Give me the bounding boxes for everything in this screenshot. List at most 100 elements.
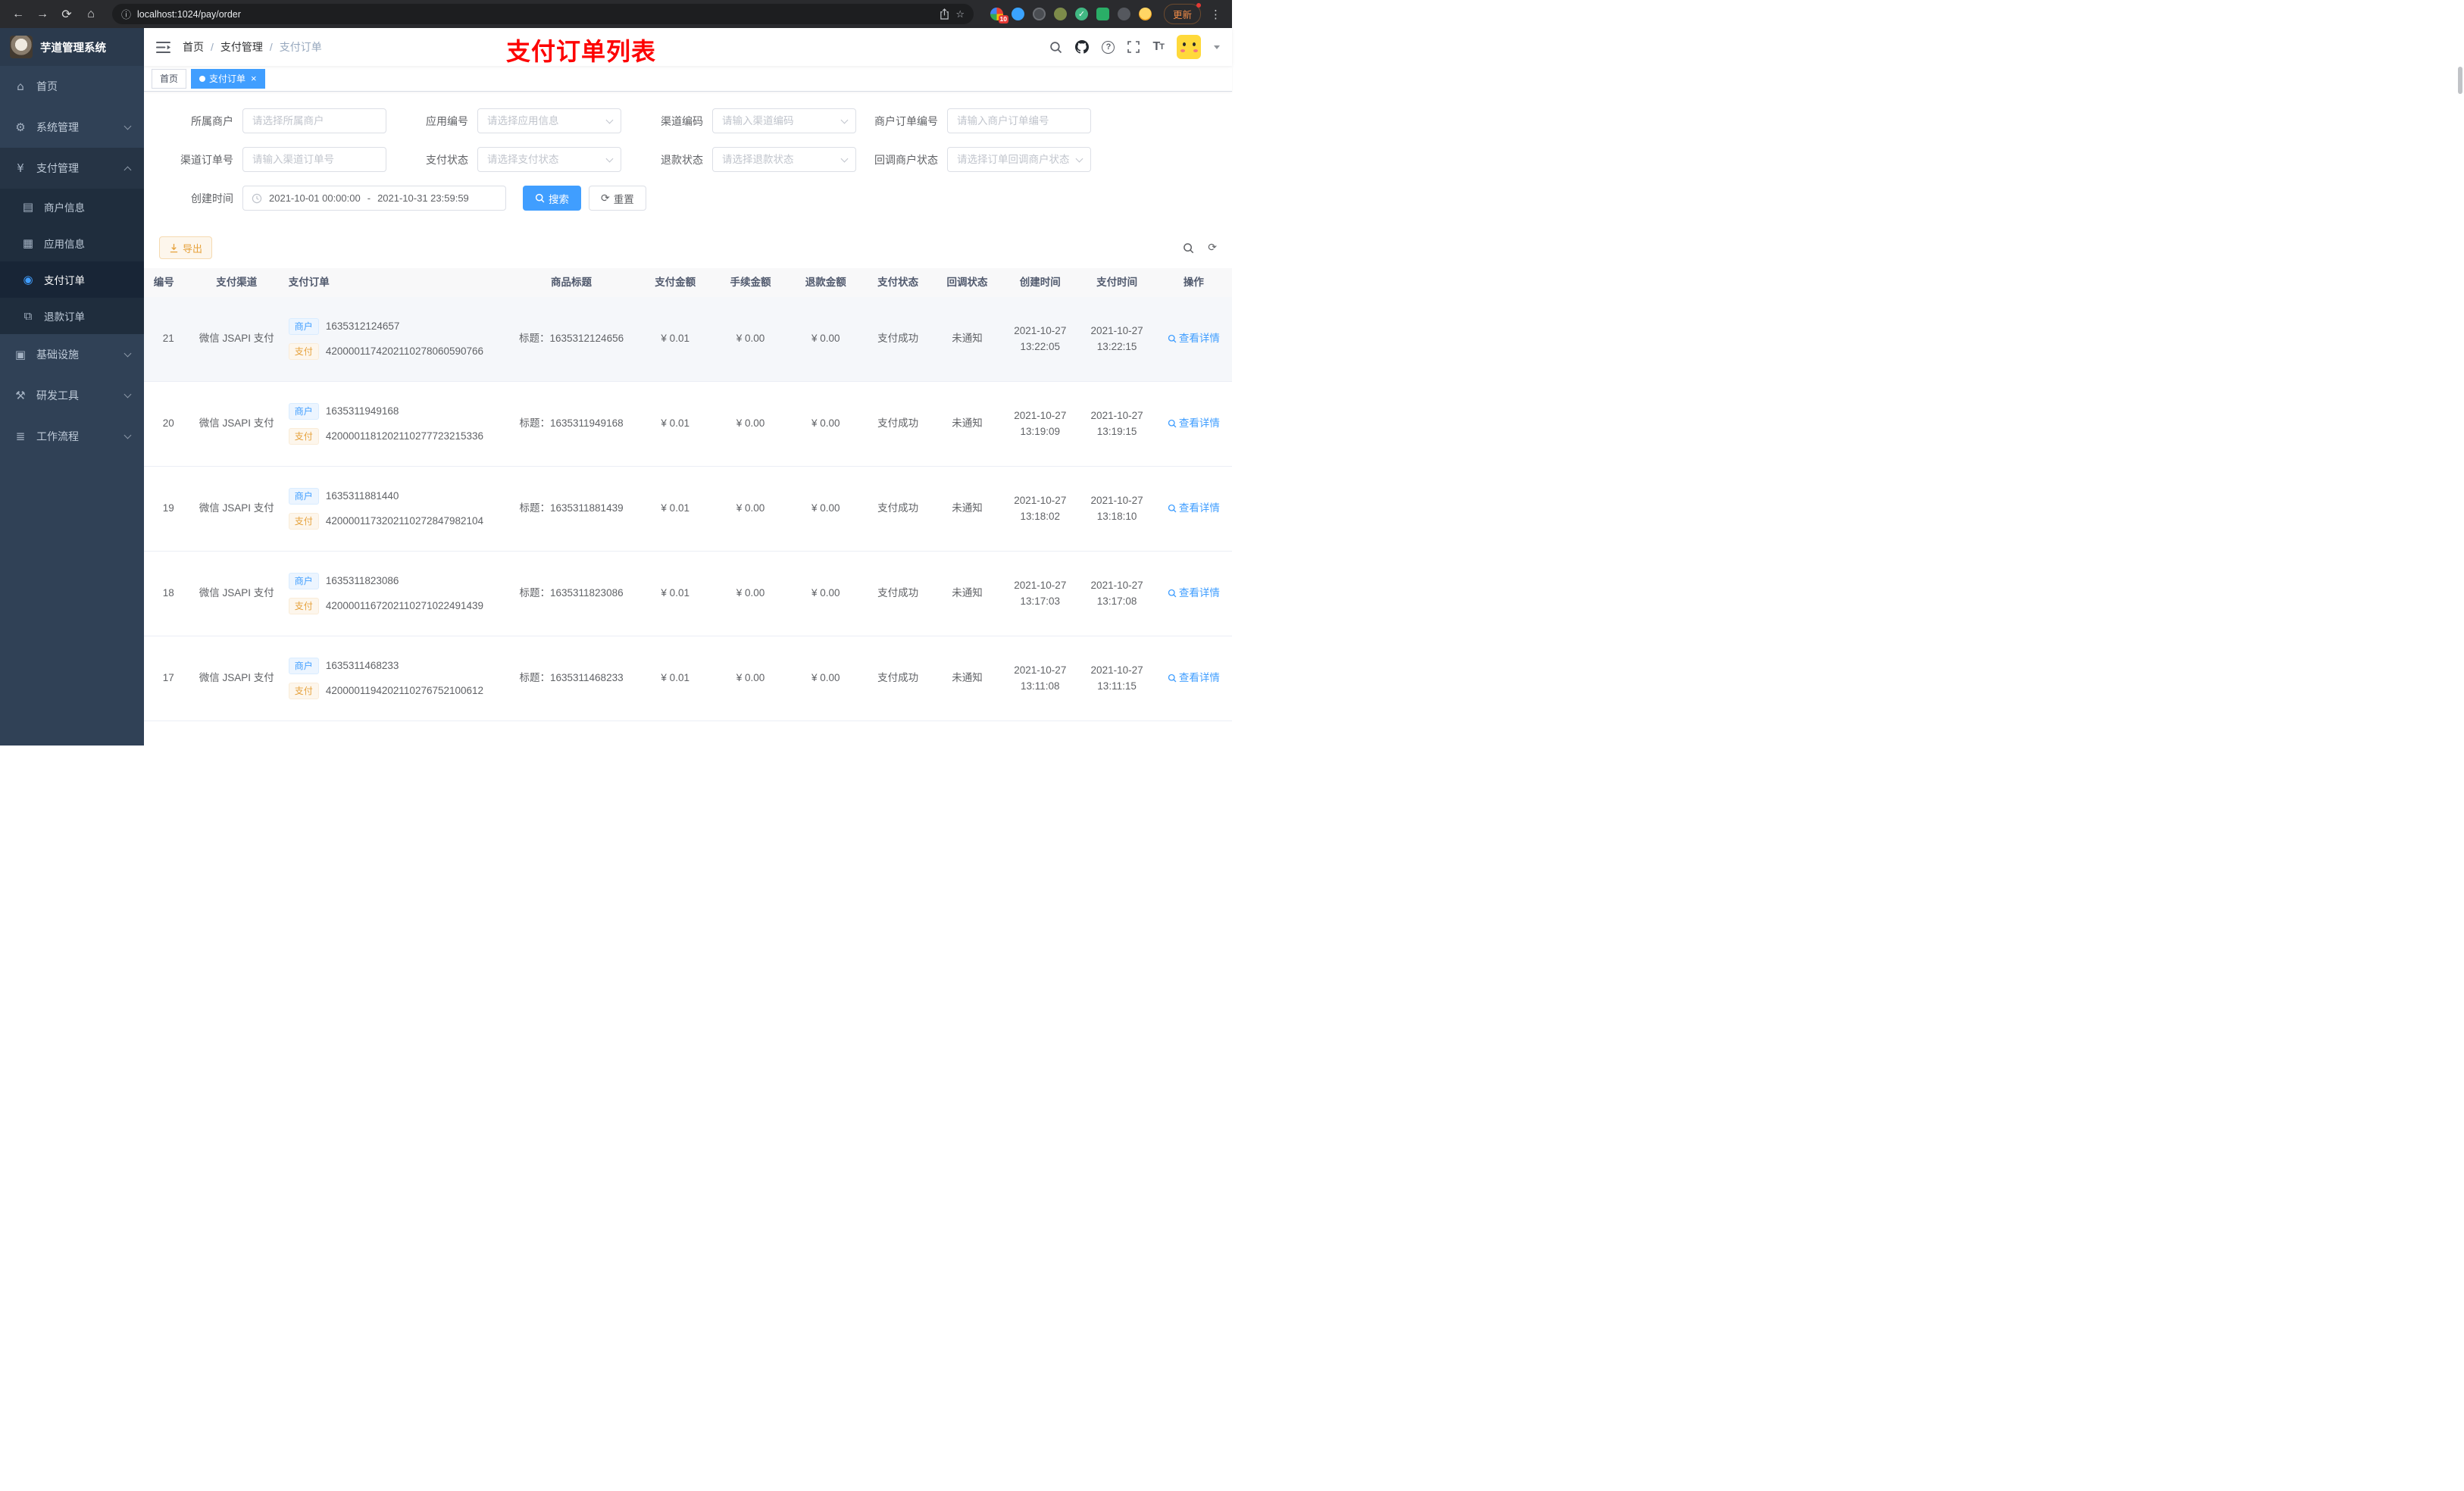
search-button[interactable]: 搜索 <box>523 186 581 211</box>
extension-chat-icon[interactable] <box>1096 8 1109 20</box>
extension-drop-icon[interactable] <box>1011 8 1024 20</box>
filter-label: 所属商户 <box>191 114 233 127</box>
browser-forward-button[interactable]: → <box>32 4 53 25</box>
user-avatar[interactable] <box>1177 35 1201 59</box>
date-start-value[interactable]: 2021-10-01 00:00:00 <box>269 192 361 204</box>
toggle-search-icon[interactable] <box>1183 242 1194 254</box>
date-end-value[interactable]: 2021-10-31 23:59:59 <box>377 192 469 204</box>
merchant-tag: 商户 <box>288 573 319 589</box>
column-header-title: 商品标题 <box>551 276 593 288</box>
bookmark-star-icon[interactable]: ☆ <box>955 8 965 20</box>
product-title-cell: 标题：1635312124656 <box>518 333 624 345</box>
table-row: 17 微信 JSAPI 支付 商户 1635311468233 支付 42000… <box>144 636 1232 721</box>
extension-pin-icon[interactable] <box>1117 8 1130 20</box>
sidebar-item-payment[interactable]: ¥ 支付管理 <box>0 148 144 189</box>
filter-label: 渠道订单号 <box>180 153 233 166</box>
sidebar-item-label: 系统管理 <box>36 121 79 133</box>
browser-update-button[interactable]: 更新 <box>1163 3 1202 24</box>
merchant-select[interactable] <box>242 108 386 133</box>
sidebar-item-dev-tools[interactable]: ⚒ 研发工具 <box>0 375 144 416</box>
fullscreen-icon[interactable] <box>1127 41 1140 53</box>
pay-status-input[interactable] <box>478 148 621 171</box>
breadcrumb-payment[interactable]: 支付管理 <box>220 39 263 55</box>
view-detail-label: 查看详情 <box>1178 587 1220 599</box>
view-detail-link[interactable]: 查看详情 <box>1168 501 1220 517</box>
notify-status-select[interactable] <box>947 147 1091 172</box>
sidebar-item-label: 基础设施 <box>36 349 79 361</box>
extension-check-icon[interactable]: ✓ <box>1074 8 1088 20</box>
view-detail-link[interactable]: 查看详情 <box>1168 331 1220 347</box>
table-header: 编号 支付渠道 支付订单 商品标题 支付金额 手续金额 退款金额 支付状态 回调… <box>144 268 1232 297</box>
sidebar-item-app-info[interactable]: ▦ 应用信息 <box>0 225 144 261</box>
caret-down-icon[interactable] <box>1214 45 1220 49</box>
github-icon[interactable] <box>1075 40 1090 54</box>
pay-order-cell: 商户 1635311881440 支付 42000011732021102728… <box>286 488 505 530</box>
scrollbar-thumb[interactable] <box>2458 67 2462 94</box>
sidebar-item-refund-order[interactable]: ⧉ 退款订单 <box>0 298 144 334</box>
channel-code-input[interactable] <box>713 109 855 133</box>
pay-channel-cell: 微信 JSAPI 支付 <box>199 333 274 345</box>
sidebar-item-workflow[interactable]: ≣ 工作流程 <box>0 416 144 457</box>
search-icon[interactable] <box>1049 41 1062 54</box>
refund-status-select[interactable] <box>712 147 856 172</box>
merchant-order-no-field[interactable] <box>947 108 1091 133</box>
breadcrumb: 首页 / 支付管理 / 支付订单 <box>183 39 322 55</box>
merchant-input[interactable] <box>243 109 386 133</box>
merchant-order-no-input[interactable] <box>948 109 1090 133</box>
channel-code-select[interactable] <box>712 108 856 133</box>
font-size-icon[interactable]: TT <box>1152 40 1164 54</box>
product-title-cell: 标题：1635311823086 <box>519 587 624 599</box>
sidebar-item-pay-order[interactable]: ◉ 支付订单 <box>0 261 144 298</box>
channel-order-no-input[interactable] <box>243 148 386 171</box>
sidebar-item-home[interactable]: ⌂ 首页 <box>0 66 144 107</box>
url-text[interactable]: localhost:1024/pay/order <box>137 9 933 20</box>
action-cell: 查看详情 <box>1155 670 1232 686</box>
product-title-cell: 标题：1635311949168 <box>519 417 624 430</box>
share-icon[interactable] <box>940 8 949 20</box>
view-detail-link[interactable]: 查看详情 <box>1168 586 1220 602</box>
sidebar-item-label: 研发工具 <box>36 389 79 402</box>
hamburger-icon[interactable] <box>156 41 170 54</box>
sidebar-item-merchant-info[interactable]: ▤ 商户信息 <box>0 189 144 225</box>
notify-status-cell: 未通知 <box>952 672 983 684</box>
grid-icon: ▦ <box>22 236 34 250</box>
refresh-table-icon[interactable]: ⟳ <box>1208 242 1217 254</box>
refund-status-input[interactable] <box>713 148 855 171</box>
view-detail-link[interactable]: 查看详情 <box>1168 670 1220 686</box>
sidebar-item-system[interactable]: ⚙ 系统管理 <box>0 107 144 148</box>
extension-olive-icon[interactable] <box>1053 8 1067 20</box>
pay-status-select[interactable] <box>477 147 621 172</box>
app-select[interactable] <box>477 108 621 133</box>
browser-reload-button[interactable]: ⟳ <box>56 4 77 25</box>
pay-time-cell: 2021-10-27 13:19:15 <box>1090 409 1143 437</box>
pay-tag: 支付 <box>288 683 319 699</box>
app-input[interactable] <box>478 109 621 133</box>
sidebar-item-infrastructure[interactable]: ▣ 基础设施 <box>0 334 144 375</box>
tab-home[interactable]: 首页 <box>152 68 187 89</box>
browser-home-button[interactable]: ⌂ <box>80 4 102 25</box>
export-button[interactable]: 导出 <box>159 236 213 259</box>
logo-image <box>10 36 33 58</box>
extension-dark-icon[interactable] <box>1032 8 1046 20</box>
close-icon[interactable]: × <box>251 73 257 83</box>
help-icon[interactable]: ? <box>1102 40 1115 54</box>
site-info-icon[interactable]: ⓘ <box>121 7 131 21</box>
merchant-order-no: 1635311468233 <box>325 659 399 671</box>
view-detail-link[interactable]: 查看详情 <box>1168 416 1220 432</box>
extension-colorful-icon[interactable]: 10 <box>990 8 1008 23</box>
column-header-channel: 支付渠道 <box>216 276 258 288</box>
reset-button[interactable]: ⟳ 重置 <box>589 186 646 211</box>
browser-menu-icon[interactable]: ⋮ <box>1207 8 1224 21</box>
notify-status-input[interactable] <box>948 148 1090 171</box>
sidebar-item-label: 支付订单 <box>44 275 85 286</box>
address-bar[interactable]: ⓘ localhost:1024/pay/order ☆ <box>112 4 974 24</box>
browser-back-button[interactable]: ← <box>8 4 29 25</box>
action-cell: 查看详情 <box>1155 501 1232 517</box>
channel-order-no-field[interactable] <box>242 147 386 172</box>
column-header-created: 创建时间 <box>1019 276 1061 288</box>
tab-pay-order[interactable]: 支付订单 × <box>191 68 265 89</box>
profile-avatar-icon[interactable] <box>1138 8 1152 20</box>
product-title-cell: 标题：1635311468233 <box>519 672 624 684</box>
create-time-range-picker[interactable]: 2021-10-01 00:00:00 - 2021-10-31 23:59:5… <box>242 186 506 211</box>
breadcrumb-home[interactable]: 首页 <box>183 39 204 55</box>
